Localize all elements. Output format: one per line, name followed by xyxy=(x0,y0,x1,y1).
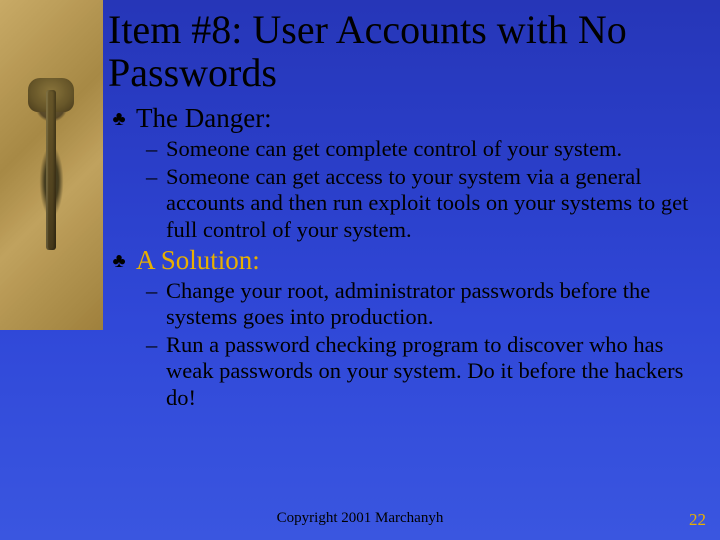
section-header: ♣ A Solution: xyxy=(110,246,706,276)
slide: Item #8: User Accounts with No Passwords… xyxy=(0,0,720,540)
list-item-text: Someone can get complete control of your… xyxy=(166,136,702,163)
dash-icon: – xyxy=(146,278,160,305)
section-danger: ♣ The Danger: – Someone can get complete… xyxy=(110,104,706,243)
dash-icon: – xyxy=(146,332,160,359)
slide-footer: Copyright 2001 Marchanyh 22 xyxy=(0,510,720,530)
danger-list: – Someone can get complete control of yo… xyxy=(146,136,702,243)
list-item-text: Run a password checking program to disco… xyxy=(166,332,702,412)
list-item: – Change your root, administrator passwo… xyxy=(146,278,702,331)
section-header: ♣ The Danger: xyxy=(110,104,706,134)
slide-content: Item #8: User Accounts with No Passwords… xyxy=(108,8,706,412)
solution-list: – Change your root, administrator passwo… xyxy=(146,278,702,412)
decorative-key-image xyxy=(0,0,103,330)
list-item: – Run a password checking program to dis… xyxy=(146,332,702,412)
page-number: 22 xyxy=(689,510,706,530)
list-item: – Someone can get complete control of yo… xyxy=(146,136,702,163)
copyright-text: Copyright 2001 Marchanyh xyxy=(0,510,720,527)
dash-icon: – xyxy=(146,164,160,191)
club-bullet-icon: ♣ xyxy=(110,104,128,134)
list-item-text: Change your root, administrator password… xyxy=(166,278,702,331)
section-label: A Solution: xyxy=(136,246,260,276)
list-item: – Someone can get access to your system … xyxy=(146,164,702,244)
club-bullet-icon: ♣ xyxy=(110,246,128,276)
section-solution: ♣ A Solution: – Change your root, admini… xyxy=(110,246,706,412)
dash-icon: – xyxy=(146,136,160,163)
section-label: The Danger: xyxy=(136,104,272,134)
slide-title: Item #8: User Accounts with No Passwords xyxy=(108,8,706,94)
list-item-text: Someone can get access to your system vi… xyxy=(166,164,702,244)
